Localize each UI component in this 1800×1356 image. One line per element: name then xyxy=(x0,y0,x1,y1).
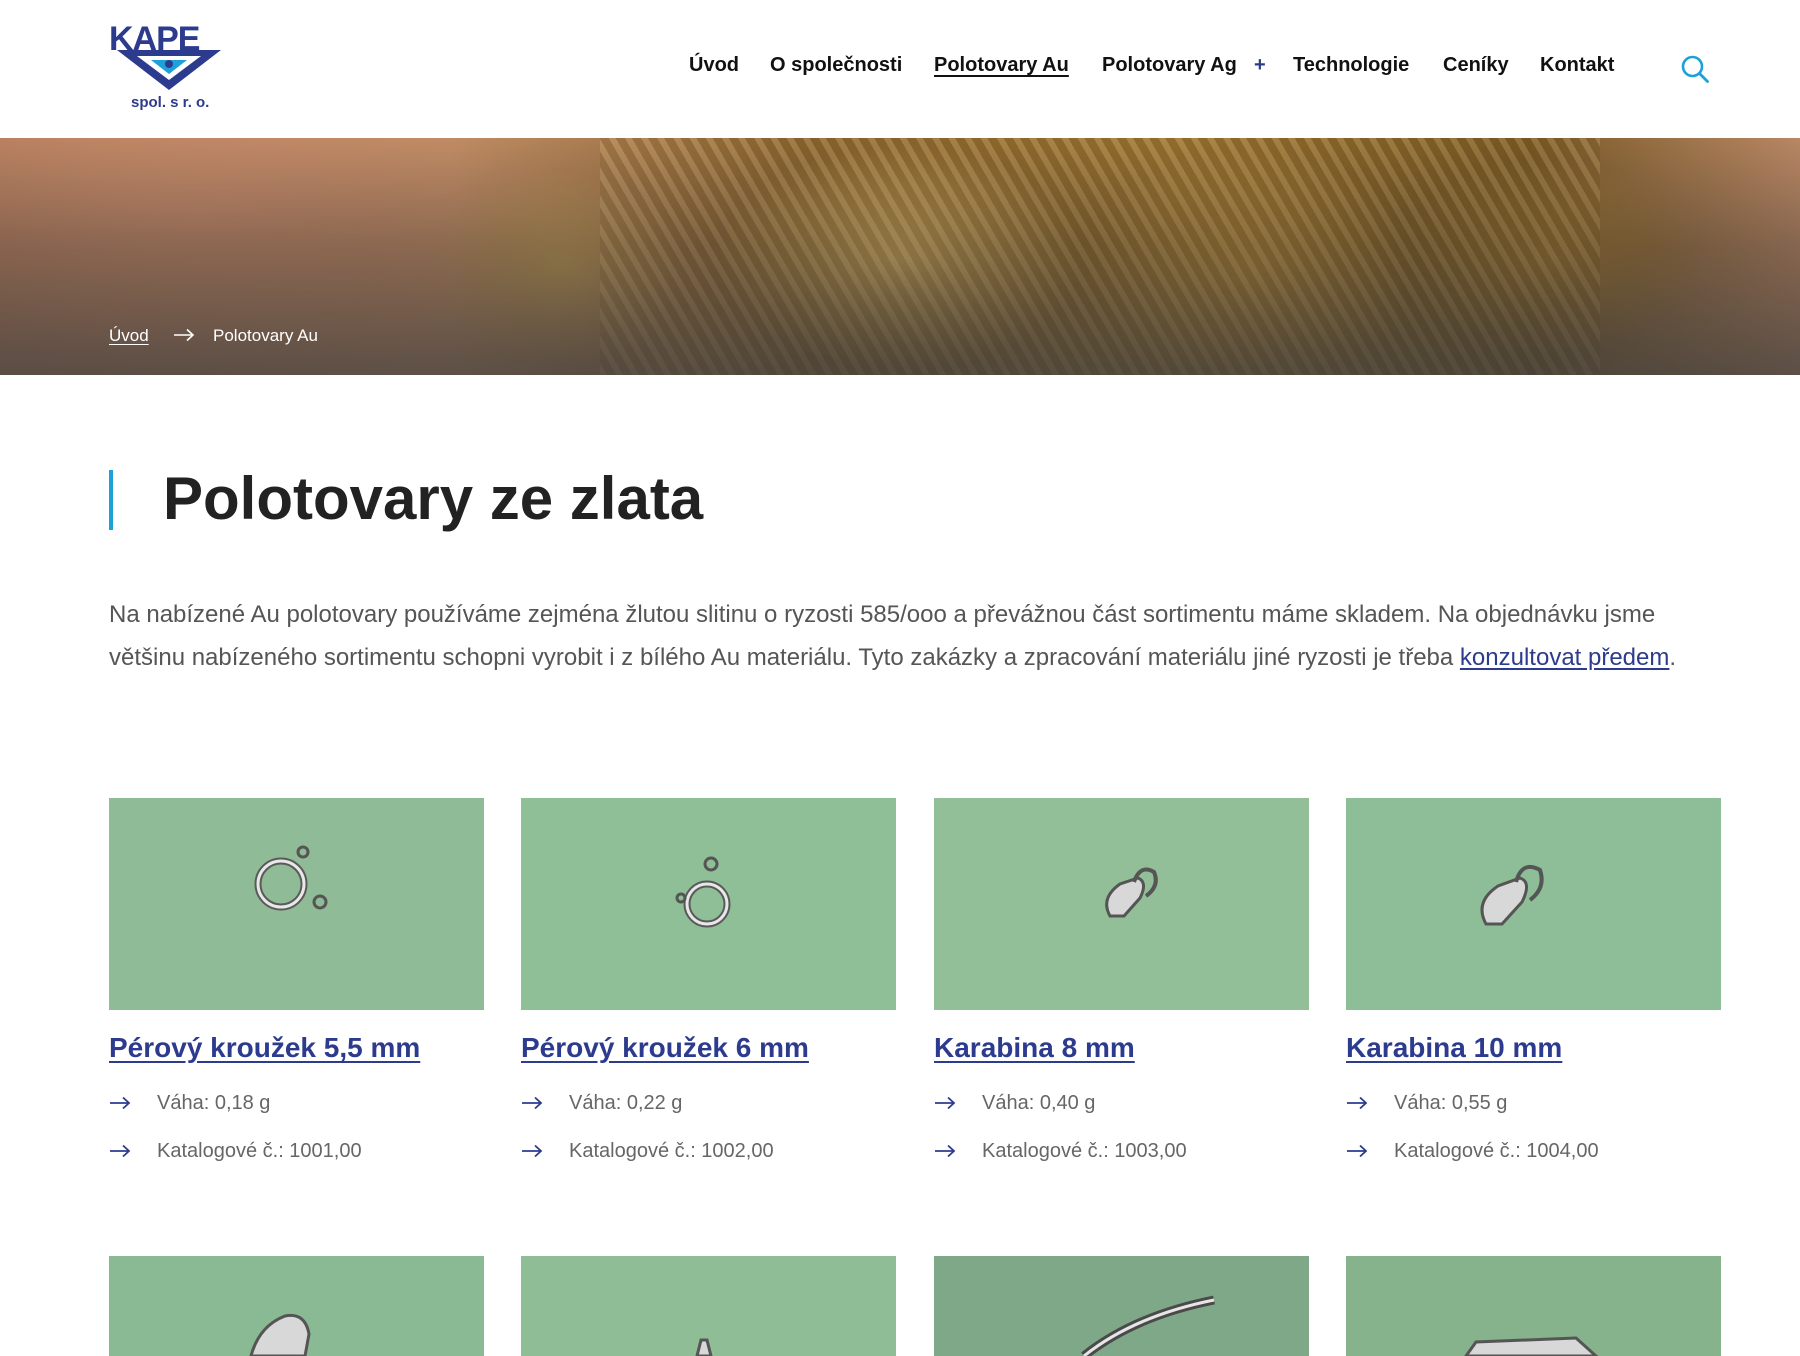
spring-ring-image xyxy=(254,845,328,911)
nav-item-technologie[interactable]: Technologie xyxy=(1293,54,1409,77)
arrow-right-icon xyxy=(110,1096,131,1110)
arrow-right-icon xyxy=(935,1144,956,1158)
clasp-image xyxy=(695,1338,713,1356)
product-photo[interactable] xyxy=(1346,798,1721,1010)
company-logo[interactable]: KAPE spol. s r. o. xyxy=(109,22,229,114)
intro-paragraph: Na nabízené Au polotovary používáme zejm… xyxy=(109,593,1719,679)
nav-item-polotovary-ag[interactable]: Polotovary Ag xyxy=(1102,54,1237,77)
product-photo[interactable] xyxy=(1346,1256,1721,1356)
submenu-plus-icon[interactable]: + xyxy=(1254,54,1266,77)
product-catalog-text: Katalogové č.: 1002,00 xyxy=(569,1140,774,1162)
logo-emblem-icon xyxy=(117,50,221,90)
hero-banner-image: Úvod Polotovary Au xyxy=(0,138,1800,375)
product-weight-text: Váha: 0,55 g xyxy=(1394,1092,1508,1114)
clasp-image xyxy=(1464,1336,1599,1356)
consult-link[interactable]: konzultovat předem xyxy=(1460,644,1669,671)
breadcrumb-current: Polotovary Au xyxy=(213,326,318,345)
arrow-right-icon xyxy=(522,1096,543,1110)
product-weight-text: Váha: 0,18 g xyxy=(157,1092,271,1114)
arrow-right-icon xyxy=(110,1144,131,1158)
arrow-right-icon xyxy=(174,328,195,342)
arrow-right-icon xyxy=(522,1144,543,1158)
clasp-image xyxy=(249,1313,311,1356)
nav-item-ceniky[interactable]: Ceníky xyxy=(1443,54,1509,77)
product-weight-text: Váha: 0,40 g xyxy=(982,1092,1096,1114)
clasp-image xyxy=(1480,865,1544,926)
clasp-image xyxy=(1105,867,1158,918)
product-catalog-text: Katalogové č.: 1001,00 xyxy=(157,1140,362,1162)
product-photo[interactable] xyxy=(934,1256,1309,1356)
arrow-right-icon xyxy=(1347,1144,1368,1158)
search-icon[interactable] xyxy=(1680,54,1710,84)
product-catalog-text: Katalogové č.: 1003,00 xyxy=(982,1140,1187,1162)
product-catalog-text: Katalogové č.: 1004,00 xyxy=(1394,1140,1599,1162)
breadcrumb-home-link[interactable]: Úvod xyxy=(109,326,149,346)
product-photo[interactable] xyxy=(521,1256,896,1356)
intro-text: Na nabízené Au polotovary používáme zejm… xyxy=(109,601,1656,671)
intro-end: . xyxy=(1669,644,1677,671)
spring-ring-image xyxy=(675,856,731,928)
arrow-right-icon xyxy=(1347,1096,1368,1110)
nav-item-uvod[interactable]: Úvod xyxy=(689,54,739,77)
nav-item-kontakt[interactable]: Kontakt xyxy=(1540,54,1614,77)
product-photo[interactable] xyxy=(109,1256,484,1356)
product-photo[interactable] xyxy=(934,798,1309,1010)
title-accent-bar xyxy=(109,470,113,530)
page-title: Polotovary ze zlata xyxy=(163,465,704,532)
site-header: KAPE spol. s r. o. Úvod O společnosti Po… xyxy=(0,0,1800,138)
product-photo[interactable] xyxy=(521,798,896,1010)
product-title-link[interactable]: Karabina 10 mm xyxy=(1346,1032,1562,1064)
nav-item-polotovary-au[interactable]: Polotovary Au xyxy=(934,54,1069,77)
product-title-link[interactable]: Pérový kroužek 6 mm xyxy=(521,1032,809,1064)
product-title-link[interactable]: Karabina 8 mm xyxy=(934,1032,1135,1064)
arrow-right-icon xyxy=(935,1096,956,1110)
logo-subtitle: spol. s r. o. xyxy=(131,94,210,111)
product-title-link[interactable]: Pérový kroužek 5,5 mm xyxy=(109,1032,420,1064)
nav-item-o-spolecnosti[interactable]: O společnosti xyxy=(770,54,902,77)
clasp-image xyxy=(1081,1295,1215,1356)
product-photo[interactable] xyxy=(109,798,484,1010)
product-weight-text: Váha: 0,22 g xyxy=(569,1092,683,1114)
